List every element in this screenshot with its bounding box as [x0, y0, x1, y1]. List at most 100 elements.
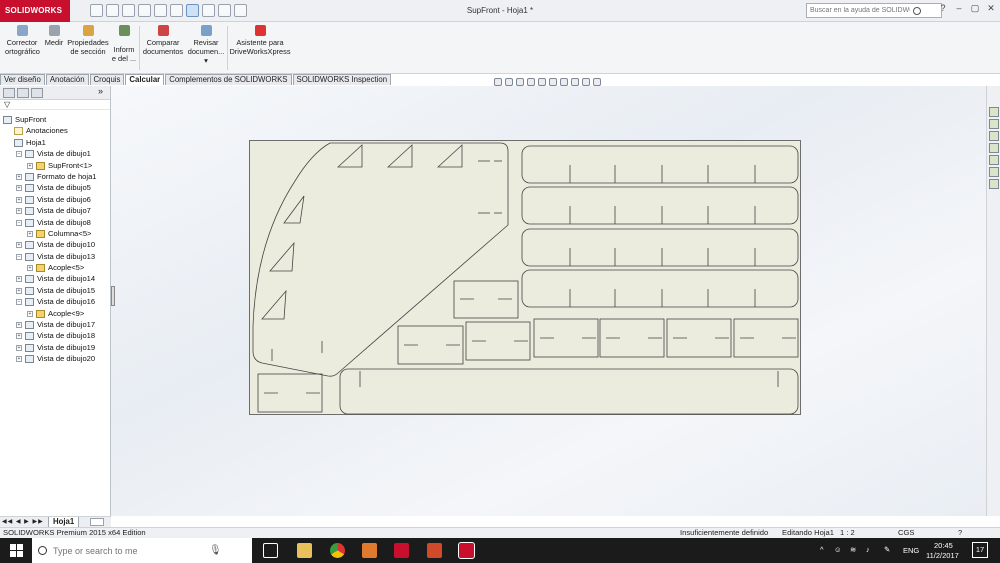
tab-inspection[interactable]: SOLIDWORKS Inspection [292, 74, 392, 85]
tree-node[interactable]: + Vista de dibujo18 [0, 330, 110, 341]
collapse-icon[interactable]: − [16, 151, 22, 158]
resources-icon[interactable] [989, 107, 999, 117]
tree-node[interactable]: − Vista de dibujo13 [0, 251, 110, 262]
filter-icon[interactable]: ▽ [4, 100, 10, 109]
powerpoint-icon[interactable] [427, 543, 442, 558]
expand-icon[interactable]: + [16, 196, 22, 203]
search-icon[interactable] [913, 6, 921, 15]
expand-icon[interactable]: + [16, 276, 22, 283]
tree-node[interactable]: + Formato de hoja1 [0, 171, 110, 182]
pen-icon[interactable]: ✎ [884, 545, 890, 554]
config-tab-icon[interactable] [31, 88, 43, 98]
tree-node[interactable]: + SupFront<1> [0, 160, 110, 171]
pan-icon[interactable] [538, 78, 546, 86]
panel-collapse-handle[interactable] [111, 286, 115, 306]
solidworks-active-taskbar-icon[interactable] [458, 542, 475, 559]
property-tab-icon[interactable] [17, 88, 29, 98]
tree-node[interactable]: − Vista de dibujo1 [0, 148, 110, 159]
windows-start-icon[interactable] [10, 544, 23, 557]
chevron-down-icon[interactable]: ▾ [187, 56, 225, 65]
tree-node[interactable]: Hoja1 [0, 137, 110, 148]
expand-icon[interactable]: + [16, 344, 22, 351]
tree-node[interactable]: + Vista de dibujo5 [0, 182, 110, 193]
expand-icon[interactable]: + [16, 242, 22, 249]
collapse-icon[interactable]: − [16, 253, 22, 260]
section-properties-button[interactable]: Propiedades de sección [67, 25, 109, 56]
tree-node[interactable]: − Vista de dibujo16 [0, 296, 110, 307]
tab-anotacion[interactable]: Anotación [45, 74, 89, 85]
clock-time[interactable]: 20:45 [934, 541, 953, 550]
tree-node[interactable]: + Vista de dibujo10 [0, 239, 110, 250]
taskbar-search[interactable]: 🎙 [32, 538, 252, 563]
expand-icon[interactable]: + [27, 310, 33, 317]
expand-icon[interactable]: + [16, 322, 22, 329]
microphone-icon[interactable]: 🎙 [209, 545, 222, 556]
compare-documents-button[interactable]: Comparar documentos [142, 25, 184, 56]
view-settings-icon[interactable] [593, 78, 601, 86]
tab-ver-diseno[interactable]: Ver diseño [0, 74, 45, 85]
volume-icon[interactable]: ♪ [866, 545, 870, 554]
drawing-sheet[interactable] [249, 140, 801, 415]
help-button[interactable]: ? [938, 3, 948, 14]
maximize-button[interactable]: ▢ [970, 3, 980, 14]
task-view-icon[interactable] [263, 543, 278, 558]
tab-calcular[interactable]: Calcular [125, 74, 165, 85]
tree-node[interactable]: SupFront [0, 114, 110, 125]
report-button[interactable]: Inform e del ... [111, 25, 137, 63]
rotate-icon[interactable] [527, 78, 535, 86]
expand-icon[interactable]: + [16, 287, 22, 294]
feature-tree-tab-icon[interactable] [3, 88, 15, 98]
help-search-input[interactable] [810, 7, 910, 14]
solidworks-taskbar-icon[interactable] [394, 543, 409, 558]
expand-icon[interactable]: + [27, 265, 33, 272]
tray-chevron-icon[interactable]: ^ [820, 545, 824, 554]
expand-icon[interactable]: + [16, 333, 22, 340]
tab-croquis[interactable]: Croquis [89, 74, 125, 85]
tree-filter[interactable]: ▽ [0, 100, 110, 110]
tree-node[interactable]: + Columna<5> [0, 228, 110, 239]
units-status[interactable]: CGS [898, 528, 914, 538]
tree-node[interactable]: + Vista de dibujo15 [0, 285, 110, 296]
tree-node[interactable]: + Acople<9> [0, 308, 110, 319]
tree-node[interactable]: − Vista de dibujo8 [0, 217, 110, 228]
tree-node[interactable]: Anotaciones [0, 125, 110, 136]
tree-node[interactable]: + Acople<5> [0, 262, 110, 273]
language-indicator[interactable]: ENG [903, 546, 919, 555]
expand-icon[interactable]: + [16, 356, 22, 363]
tree-node[interactable]: + Vista de dibujo6 [0, 194, 110, 205]
custom-properties-icon[interactable] [989, 167, 999, 177]
expand-icon[interactable]: + [27, 230, 33, 237]
scene-icon[interactable] [582, 78, 590, 86]
appearances-icon[interactable] [989, 155, 999, 165]
collapse-icon[interactable]: − [16, 219, 22, 226]
driveworksxpress-button[interactable]: Asistente para DriveWorksXpress [229, 25, 291, 56]
tab-complementos[interactable]: Complementos de SOLIDWORKS [165, 74, 292, 85]
expand-icon[interactable]: + [27, 162, 33, 169]
file-explorer-taskbar-icon[interactable] [297, 543, 312, 558]
forum-icon[interactable] [989, 179, 999, 189]
minimize-button[interactable]: – [954, 3, 964, 14]
collapse-icon[interactable]: − [16, 299, 22, 306]
wifi-icon[interactable]: ≋ [850, 545, 856, 554]
previous-view-icon[interactable] [516, 78, 524, 86]
expand-icon[interactable]: + [16, 208, 22, 215]
people-icon[interactable]: ☺ [834, 545, 842, 554]
close-button[interactable]: ✕ [986, 3, 996, 14]
expand-icon[interactable]: + [16, 173, 22, 180]
view-palette-icon[interactable] [989, 143, 999, 153]
sheet-nav-arrows[interactable]: ◀◀ ◀ ▶ ▶▶ [2, 518, 44, 525]
file-explorer-icon[interactable] [989, 131, 999, 141]
clock-date[interactable]: 11/2/2017 [926, 551, 959, 560]
tree-node[interactable]: + Vista de dibujo19 [0, 342, 110, 353]
tree-node[interactable]: + Vista de dibujo14 [0, 273, 110, 284]
tree-node[interactable]: + Vista de dibujo17 [0, 319, 110, 330]
measure-button[interactable]: Medir [42, 25, 66, 47]
hide-show-icon[interactable] [560, 78, 568, 86]
appearance-icon[interactable] [571, 78, 579, 86]
review-document-button[interactable]: Revisar documen... ▾ [187, 25, 225, 65]
design-library-icon[interactable] [989, 119, 999, 129]
notifications-icon[interactable]: 17 [972, 542, 988, 558]
matlab-icon[interactable] [362, 543, 377, 558]
zoom-area-icon[interactable] [505, 78, 513, 86]
help-status-icon[interactable]: ? [958, 528, 962, 538]
